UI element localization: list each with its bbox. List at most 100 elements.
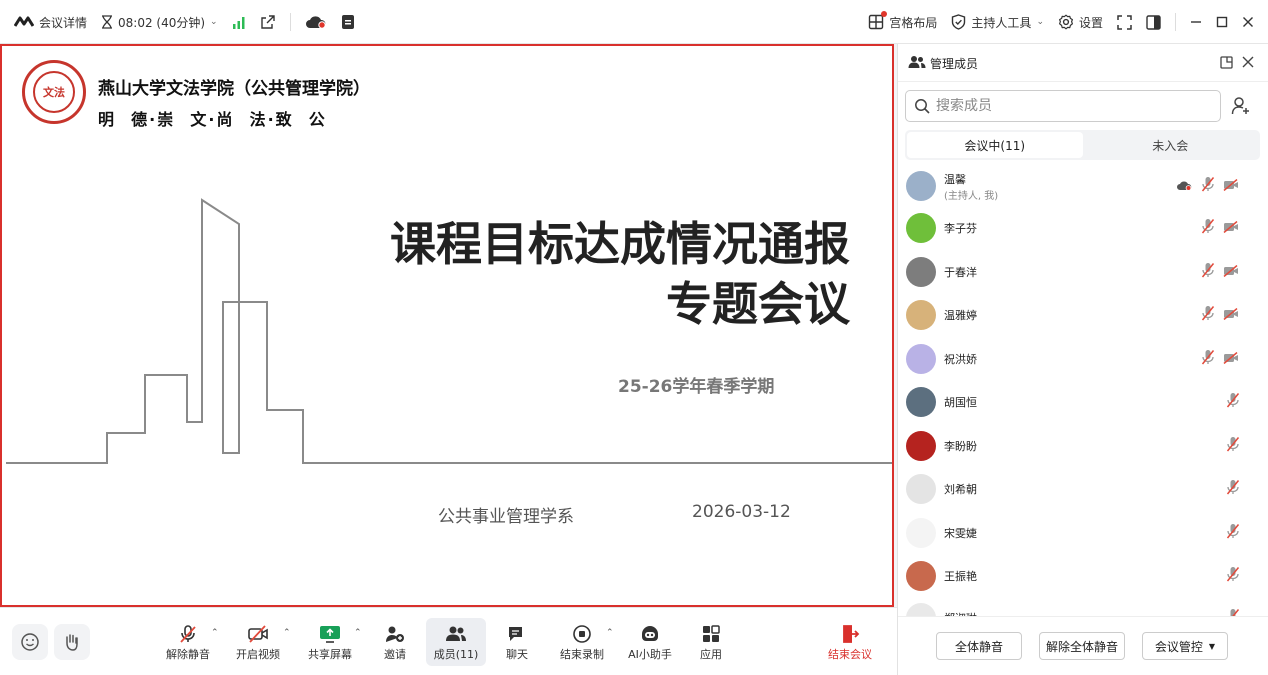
settings-label: 设置 [1078,15,1103,30]
mic-muted-icon[interactable] [1201,176,1215,196]
search-input[interactable] [936,98,1206,114]
tab-not-joined[interactable]: 未入会 [1083,132,1259,158]
member-row[interactable]: 李子芬 [898,206,1268,249]
start-video-button[interactable]: 开启视频 [227,618,289,666]
shared-screen: 文法 燕山大学文法学院（公共管理学院） 明 德·崇 文·尚 法·致 公 课程目标… [0,44,894,607]
meeting-toolbar: 解除静音 ⌃ 开启视频 ⌃ 共享屏幕 ⌃ 邀请 成员(11) 聊天 结束录制 ⌃… [0,607,897,675]
avatar [906,517,936,548]
unmute-label: 解除静音 [166,648,210,661]
signal-strength-icon[interactable] [232,16,246,29]
ai-assistant-label: AI小助手 [628,648,672,661]
mic-muted-icon[interactable] [1226,523,1240,543]
mic-muted-icon[interactable] [1226,479,1240,499]
tab-in-meeting[interactable]: 会议中(11) [907,132,1083,158]
mute-all-button[interactable]: 全体静音 [936,632,1022,660]
member-name: 温馨 [944,173,966,186]
meeting-logo-icon [14,16,34,28]
meeting-control-button[interactable]: 会议管控 ▼ [1142,632,1228,660]
member-row[interactable]: 宋雯婕 [898,511,1268,554]
mic-off-icon [178,622,198,646]
grid-layout-button[interactable]: 宫格布局 [868,11,937,31]
mic-muted-icon[interactable] [1226,566,1240,586]
member-row[interactable]: 刘希朝 [898,467,1268,510]
avatar [906,430,936,461]
apps-button[interactable]: 应用 [680,618,742,666]
maximize-icon[interactable] [1216,16,1228,28]
member-name: 李盼盼 [944,439,977,453]
notes-icon[interactable] [341,14,355,30]
mic-muted-icon[interactable] [1201,305,1215,325]
chevron-up-icon[interactable]: ⌃ [283,628,291,638]
external-link-icon[interactable] [260,14,276,30]
camera-off-icon[interactable] [1223,176,1239,195]
member-row[interactable]: 温馨 (主持人, 我) [898,164,1268,207]
avatar [906,212,936,243]
mic-muted-icon[interactable] [1201,349,1215,369]
camera-off-icon[interactable] [1223,305,1239,324]
end-meeting-label: 结束会议 [828,648,872,661]
invite-label: 邀请 [384,648,406,661]
members-button[interactable]: 成员(11) [426,618,486,666]
reaction-button[interactable] [12,624,48,660]
member-row[interactable]: 胡国恒 [898,380,1268,423]
close-icon[interactable] [1242,16,1254,28]
invite-button[interactable]: 邀请 [364,618,426,666]
end-meeting-button[interactable]: 结束会议 [819,618,881,666]
stop-record-icon [572,622,592,646]
member-row[interactable]: 李盼盼 [898,424,1268,467]
camera-off-icon [247,622,269,646]
member-row[interactable]: 郑淑琳 [898,596,1268,616]
raise-hand-button[interactable] [54,624,90,660]
member-name: 胡国恒 [944,395,977,409]
mic-muted-icon[interactable] [1201,218,1215,238]
slide-term: 25-26学年春季学期 [618,377,775,397]
add-member-icon[interactable] [1231,96,1251,116]
camera-off-icon[interactable] [1223,262,1239,281]
stop-recording-button[interactable]: 结束录制 [551,618,613,666]
host-tools-label: 主持人工具 [971,15,1032,30]
panel-title: 管理成员 [930,57,979,71]
chat-label: 聊天 [506,648,528,661]
fullscreen-icon[interactable] [1117,14,1132,30]
pop-out-icon[interactable] [1220,56,1233,69]
avatar [906,256,936,287]
member-row[interactable]: 于春洋 [898,250,1268,293]
member-role: (主持人, 我) [944,191,999,202]
member-search[interactable] [905,90,1221,122]
meeting-details-button[interactable]: 会议详情 [14,14,87,31]
host-tools-button[interactable]: 主持人工具 ⌄ [951,14,1044,31]
unmute-button[interactable]: 解除静音 [157,618,219,666]
member-name: 宋雯婕 [944,526,977,540]
unmute-all-button[interactable]: 解除全体静音 [1039,632,1125,660]
chevron-down-icon: ⌄ [210,17,218,27]
title-bar: 会议详情 08:02 (40分钟) ⌄ 宫格布局 主持人工具 ⌄ 设置 [0,0,1268,44]
chat-button[interactable]: 聊天 [486,618,548,666]
chevron-up-icon[interactable]: ⌃ [211,628,219,638]
avatar [906,170,936,201]
members-panel: 管理成员 会议中(11) 未入会 温馨 (主持人, 我) 李子芬于春洋温雅婷祝洪娇胡… [897,44,1268,675]
mic-muted-icon[interactable] [1201,262,1215,282]
cloud-record-icon [1176,176,1192,195]
camera-off-icon[interactable] [1223,349,1239,368]
duration-dropdown[interactable]: 08:02 (40分钟) ⌄ [101,14,218,31]
avatar [906,299,936,330]
avatar [906,343,936,374]
chevron-up-icon[interactable]: ⌃ [354,628,362,638]
ai-assistant-button[interactable]: AI小助手 [619,618,681,666]
member-row[interactable]: 祝洪娇 [898,337,1268,380]
mic-muted-icon[interactable] [1226,436,1240,456]
member-row[interactable]: 王振艳 [898,554,1268,597]
share-screen-button[interactable]: 共享屏幕 [299,618,361,666]
duration-text: 08:02 (40分钟) [118,15,206,30]
minimize-icon[interactable] [1190,16,1202,28]
member-row[interactable]: 温雅婷 [898,293,1268,336]
mic-muted-icon[interactable] [1226,392,1240,412]
camera-off-icon[interactable] [1223,218,1239,237]
chevron-up-icon[interactable]: ⌃ [606,628,614,638]
settings-button[interactable]: 设置 [1058,14,1103,31]
mic-muted-icon[interactable] [1226,608,1240,616]
sidebar-toggle-icon[interactable] [1146,14,1161,30]
close-panel-icon[interactable] [1242,56,1254,68]
cloud-record-icon[interactable] [305,15,327,29]
grid-icon [868,11,888,30]
